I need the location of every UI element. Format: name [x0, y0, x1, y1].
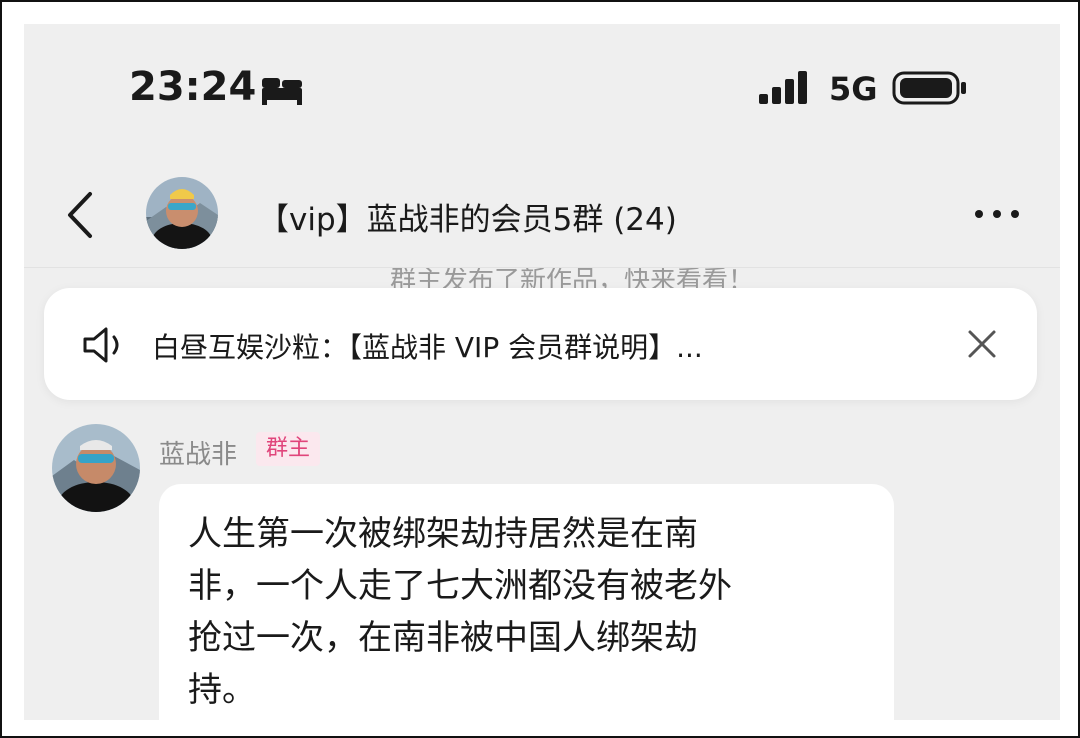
- more-dots-icon[interactable]: [972, 202, 1022, 226]
- announcement-banner[interactable]: 白昼互娱沙粒：【蓝战非 VIP 会员群说明】...: [44, 288, 1037, 400]
- sender-name: 蓝战非: [159, 440, 238, 470]
- phone-screen: 23:24 5G 【vip】蓝战非的会员5群 (24) 群主发布了新作品，快来看…: [24, 24, 1060, 720]
- screenshot-frame: 23:24 5G 【vip】蓝战非的会员5群 (24) 群主发布了新作品，快来看…: [0, 0, 1080, 738]
- close-icon[interactable]: [964, 326, 1000, 362]
- chevron-left-icon[interactable]: [62, 190, 98, 240]
- message-text: 人生第一次被绑架劫持居然是在南 非，一个人走了七大洲都没有被老外 抢过一次，在南…: [188, 514, 732, 710]
- message-bubble[interactable]: 人生第一次被绑架劫持居然是在南 非，一个人走了七大洲都没有被老外 抢过一次，在南…: [159, 484, 894, 720]
- cellular-signal-icon: [759, 71, 807, 104]
- avatar[interactable]: [52, 424, 140, 512]
- status-time: 23:24: [129, 64, 257, 110]
- role-badge: 群主: [256, 432, 321, 466]
- system-notice: 群主发布了新作品，快来看看！: [389, 268, 754, 290]
- group-avatar[interactable]: [146, 177, 218, 249]
- speaker-icon: [83, 327, 119, 363]
- chat-title: 【vip】蓝战非的会员5群 (24): [258, 202, 677, 238]
- announcement-text: 白昼互娱沙粒：【蓝战非 VIP 会员群说明】...: [152, 331, 703, 364]
- network-type: 5G: [829, 70, 878, 108]
- battery-icon: [892, 71, 966, 105]
- bed-icon: [262, 78, 302, 105]
